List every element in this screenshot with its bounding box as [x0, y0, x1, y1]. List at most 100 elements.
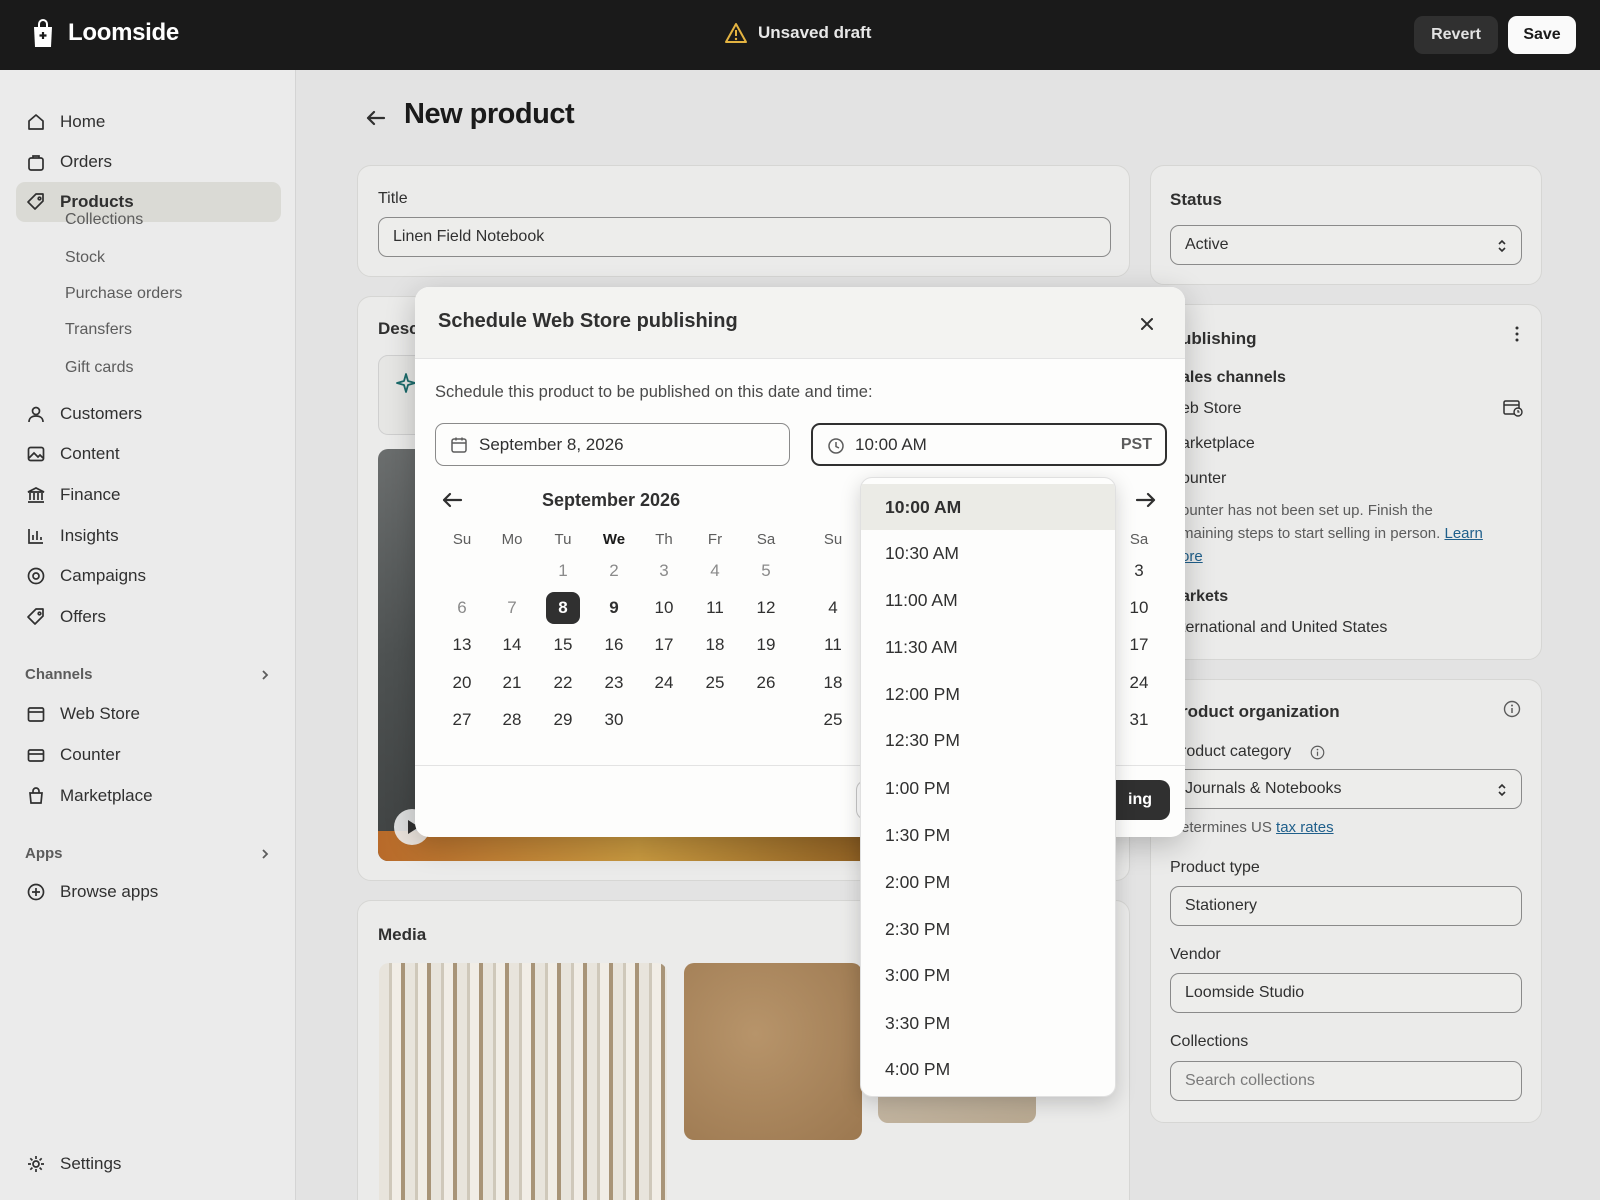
calendar-day[interactable]: 17	[647, 629, 681, 661]
calendar-day[interactable]: 12	[749, 592, 783, 624]
sidebar-subitem-stock[interactable]: Stock	[65, 249, 105, 267]
time-option[interactable]: 12:30 PM	[861, 717, 1115, 763]
calendar-day[interactable]: 27	[445, 704, 479, 736]
calendar-day[interactable]: 19	[749, 629, 783, 661]
category-select[interactable]: Journals & Notebooks	[1170, 769, 1522, 809]
revert-button[interactable]: Revert	[1414, 16, 1498, 54]
calendar-day-selected[interactable]: 8	[546, 592, 580, 624]
media-image-kraft-paper[interactable]	[684, 963, 862, 1140]
time-option[interactable]: 2:00 PM	[861, 859, 1115, 905]
chevron-right-icon[interactable]	[258, 668, 272, 682]
calendar-day[interactable]: 17	[1122, 629, 1156, 661]
calendar-day[interactable]: 15	[546, 629, 580, 661]
collections-search-input[interactable]: Search collections	[1170, 1061, 1522, 1101]
sidebar-subitem-collections[interactable]: Collections	[65, 211, 143, 229]
calendar-day[interactable]: 13	[445, 629, 479, 661]
save-button[interactable]: Save	[1508, 16, 1576, 54]
calendar-day[interactable]: 21	[495, 667, 529, 699]
calendar-day[interactable]: 5	[749, 555, 783, 587]
time-option[interactable]: 10:30 AM	[861, 530, 1115, 576]
calendar-day[interactable]: 2	[597, 555, 631, 587]
calendar-day[interactable]: 25	[698, 667, 732, 699]
back-arrow-icon[interactable]	[362, 104, 390, 132]
product-type-input[interactable]: Stationery	[1170, 886, 1522, 926]
calendar-day[interactable]: 3	[647, 555, 681, 587]
sparkle-icon[interactable]	[395, 372, 417, 394]
vendor-input[interactable]: Loomside Studio	[1170, 973, 1522, 1013]
time-option-selected[interactable]: 10:00 AM	[861, 484, 1115, 530]
sidebar-channel-counter[interactable]: Counter	[16, 735, 281, 775]
next-month-arrow-icon[interactable]	[1133, 489, 1159, 511]
sidebar-item-home[interactable]: Home	[16, 102, 281, 142]
prev-month-arrow-icon[interactable]	[439, 489, 465, 511]
calendar-day[interactable]: 9	[597, 592, 631, 624]
sidebar-channel-web-store[interactable]: Web Store	[16, 694, 281, 734]
sidebar-item-offers[interactable]: Offers	[16, 597, 281, 637]
calendar-day[interactable]: 24	[1122, 667, 1156, 699]
sidebar-item-settings[interactable]: Settings	[16, 1144, 281, 1184]
sidebar-subitem-purchase-orders[interactable]: Purchase orders	[65, 285, 182, 303]
sidebar-item-content[interactable]: Content	[16, 434, 281, 474]
brand[interactable]: Loomside	[30, 18, 179, 48]
time-option[interactable]: 12:00 PM	[861, 671, 1115, 717]
time-option[interactable]: 3:00 PM	[861, 952, 1115, 998]
calendar-day[interactable]: 1	[546, 555, 580, 587]
calendar-day[interactable]: 3	[1122, 555, 1156, 587]
sidebar-item-products[interactable]: Products	[16, 182, 281, 222]
time-option[interactable]: 1:30 PM	[861, 812, 1115, 858]
more-vertical-icon[interactable]	[1508, 325, 1526, 343]
channels-heading[interactable]: Channels	[25, 666, 93, 683]
calendar-day[interactable]: 28	[495, 704, 529, 736]
calendar-day[interactable]: 6	[445, 592, 479, 624]
calendar-day[interactable]: 4	[698, 555, 732, 587]
sidebar-item-insights[interactable]: Insights	[16, 516, 281, 556]
time-option[interactable]: 11:30 AM	[861, 624, 1115, 670]
title-input[interactable]: Linen Field Notebook	[378, 217, 1111, 257]
calendar-day[interactable]: 18	[698, 629, 732, 661]
time-option[interactable]: 4:00 PM	[861, 1046, 1115, 1092]
calendar-day[interactable]: 22	[546, 667, 580, 699]
time-option[interactable]: 2:30 PM	[861, 906, 1115, 952]
time-field[interactable]: 10:00 AM PST	[811, 423, 1167, 466]
close-icon[interactable]	[1135, 312, 1159, 336]
info-icon[interactable]	[1503, 700, 1521, 718]
calendar-day[interactable]: 20	[445, 667, 479, 699]
calendar-day[interactable]: 18	[816, 667, 850, 699]
calendar-day[interactable]: 24	[647, 667, 681, 699]
calendar-day[interactable]: 7	[495, 592, 529, 624]
calendar-day[interactable]: 23	[597, 667, 631, 699]
sidebar-subitem-transfers[interactable]: Transfers	[65, 321, 132, 339]
calendar-day[interactable]: 31	[1122, 704, 1156, 736]
sidebar-item-campaigns[interactable]: Campaigns	[16, 556, 281, 596]
learn-more-link[interactable]: Learn	[1444, 525, 1482, 542]
tax-rates-link[interactable]: tax rates	[1276, 819, 1334, 836]
calendar-day[interactable]: 30	[597, 704, 631, 736]
info-icon[interactable]	[1310, 745, 1325, 760]
calendar-day[interactable]: 10	[647, 592, 681, 624]
date-field[interactable]: September 8, 2026	[435, 423, 790, 466]
card-icon	[26, 745, 46, 765]
status-select[interactable]: Active	[1170, 225, 1522, 265]
calendar-day[interactable]: 29	[546, 704, 580, 736]
media-image-notebooks[interactable]	[379, 963, 667, 1200]
sidebar-item-finance[interactable]: Finance	[16, 475, 281, 515]
calendar-day[interactable]: 11	[698, 592, 732, 624]
time-option[interactable]: 11:00 AM	[861, 577, 1115, 623]
calendar-day[interactable]: 10	[1122, 592, 1156, 624]
sidebar-item-browse-apps[interactable]: Browse apps	[16, 872, 281, 912]
calendar-day[interactable]: 11	[816, 629, 850, 661]
calendar-day[interactable]: 26	[749, 667, 783, 699]
calendar-day[interactable]: 25	[816, 704, 850, 736]
sidebar-channel-marketplace[interactable]: Marketplace	[16, 776, 281, 816]
calendar-day[interactable]: 16	[597, 629, 631, 661]
calendar-day[interactable]: 4	[816, 592, 850, 624]
calendar-day[interactable]: 14	[495, 629, 529, 661]
time-option[interactable]: 3:30 PM	[861, 1000, 1115, 1046]
time-option[interactable]: 1:00 PM	[861, 765, 1115, 811]
apps-heading[interactable]: Apps	[25, 845, 63, 862]
sidebar-item-customers[interactable]: Customers	[16, 394, 281, 434]
schedule-calendar-icon[interactable]	[1503, 399, 1523, 417]
sidebar-subitem-gift-cards[interactable]: Gift cards	[65, 359, 133, 377]
chevron-right-icon[interactable]	[258, 847, 272, 861]
sidebar-item-orders[interactable]: Orders	[16, 142, 281, 182]
